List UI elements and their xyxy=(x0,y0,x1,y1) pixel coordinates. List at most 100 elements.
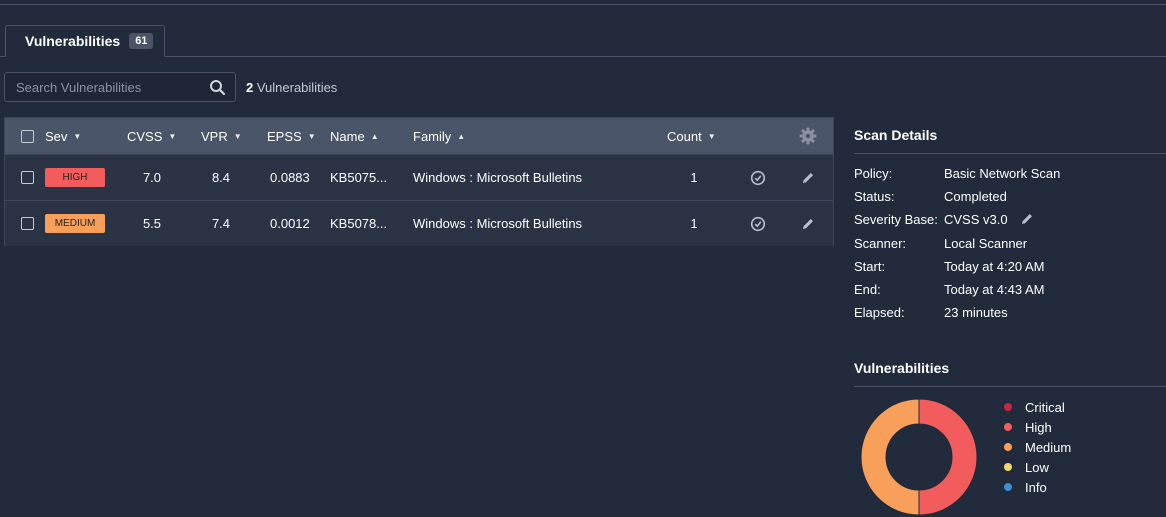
column-label-name: Name xyxy=(330,128,365,144)
legend-label: Info xyxy=(1025,479,1047,495)
donut-slice-high xyxy=(918,398,978,516)
severity-badge: MEDIUM xyxy=(45,214,105,233)
detail-scanner: Scanner: Local Scanner xyxy=(854,236,1164,256)
legend-label: Critical xyxy=(1025,399,1065,415)
row-checkbox[interactable] xyxy=(21,171,34,184)
severity-cell: MEDIUM xyxy=(45,201,105,246)
detail-key: Status: xyxy=(854,189,895,204)
vpr-cell: 8.4 xyxy=(211,170,231,185)
vulnerabilities-table: Sev ▼ CVSS ▼ VPR ▼ EPSS ▼ Name ▲ Family ▲ Coun… xyxy=(4,117,834,246)
legend-item-info: Info xyxy=(1004,478,1047,496)
vulnerabilities-summary-title: Vulnerabilities xyxy=(854,360,950,376)
pencil-icon[interactable] xyxy=(801,217,815,231)
vpr-cell: 7.4 xyxy=(211,216,231,231)
gear-icon[interactable] xyxy=(799,127,817,145)
detail-start: Start: Today at 4:20 AM xyxy=(854,259,1164,279)
legend-label: High xyxy=(1025,419,1052,435)
column-header-epss[interactable]: EPSS ▼ xyxy=(267,118,316,154)
legend-item-low: Low xyxy=(1004,458,1049,476)
detail-key: Start: xyxy=(854,259,886,274)
row-accept-action[interactable] xyxy=(750,201,766,246)
column-header-vpr[interactable]: VPR ▼ xyxy=(201,118,242,154)
table-settings[interactable] xyxy=(799,118,817,154)
legend-item-high: High xyxy=(1004,418,1052,436)
row-edit-action[interactable] xyxy=(801,155,815,200)
cvss-cell: 7.0 xyxy=(142,170,162,185)
detail-elapsed: Elapsed: 23 minutes xyxy=(854,305,1164,325)
detail-value: Completed xyxy=(944,189,1007,204)
donut-slice-medium xyxy=(860,398,920,516)
detail-value: 23 minutes xyxy=(944,305,1008,320)
detail-key: Policy: xyxy=(854,166,893,181)
detail-key: Scanner: xyxy=(854,236,907,251)
sort-down-icon: ▼ xyxy=(707,131,716,141)
epss-cell: 0.0012 xyxy=(270,216,310,231)
detail-end: End: Today at 4:43 AM xyxy=(854,282,1164,302)
check-circle-icon[interactable] xyxy=(750,170,766,186)
count-cell: 1 xyxy=(690,170,698,185)
tab-divider xyxy=(0,56,1166,57)
row-checkbox[interactable] xyxy=(21,217,34,230)
table-header: Sev ▼ CVSS ▼ VPR ▼ EPSS ▼ Name ▲ Family ▲ Coun… xyxy=(5,118,833,154)
sort-down-icon: ▼ xyxy=(168,131,177,141)
detail-key: End: xyxy=(854,282,881,297)
select-all-checkbox[interactable] xyxy=(21,129,34,143)
legend-dot xyxy=(1004,423,1012,431)
table-row[interactable]: HIGH 7.0 8.4 0.0883 KB5075... Windows : … xyxy=(5,154,833,200)
detail-value: Basic Network Scan xyxy=(944,166,1061,181)
severity-badge: HIGH xyxy=(45,168,105,187)
column-label-vpr: VPR xyxy=(201,128,228,144)
column-header-name[interactable]: Name ▲ xyxy=(330,118,379,154)
legend-item-critical: Critical xyxy=(1004,398,1065,416)
detail-value: Today at 4:43 AM xyxy=(944,282,1045,297)
row-select-cell xyxy=(21,201,34,246)
search-icon[interactable] xyxy=(209,79,226,96)
column-label-cvss: CVSS xyxy=(127,128,163,144)
row-accept-action[interactable] xyxy=(750,155,766,200)
results-count: 2 Vulnerabilities xyxy=(246,80,337,95)
sort-down-icon: ▼ xyxy=(73,131,82,141)
table-row[interactable]: MEDIUM 5.5 7.4 0.0012 KB5078... Windows … xyxy=(5,200,833,246)
epss-cell: 0.0883 xyxy=(270,170,310,185)
tab-vulnerabilities[interactable]: Vulnerabilities 61 xyxy=(5,25,165,57)
sort-down-icon: ▼ xyxy=(233,131,242,141)
scan-details-divider xyxy=(854,153,1166,154)
tab-label: Vulnerabilities xyxy=(25,33,121,49)
legend-dot xyxy=(1004,483,1012,491)
legend-dot xyxy=(1004,463,1012,471)
detail-severity-base: Severity Base: CVSS v3.0 xyxy=(854,212,1164,232)
detail-value: Today at 4:20 AM xyxy=(944,259,1045,274)
select-all-cell xyxy=(21,118,34,154)
legend-label: Low xyxy=(1025,459,1049,475)
column-header-count[interactable]: Count ▼ xyxy=(667,118,716,154)
column-header-family[interactable]: Family ▲ xyxy=(413,118,465,154)
legend-item-medium: Medium xyxy=(1004,438,1071,456)
results-count-number: 2 xyxy=(246,80,254,95)
check-circle-icon[interactable] xyxy=(750,216,766,232)
pencil-icon[interactable] xyxy=(1020,212,1034,226)
vulnerabilities-summary-divider xyxy=(854,386,1166,387)
search-input[interactable] xyxy=(5,73,205,101)
detail-value: CVSS v3.0 xyxy=(944,212,1008,227)
family-cell: Windows : Microsoft Bulletins xyxy=(413,170,583,185)
column-header-cvss[interactable]: CVSS ▼ xyxy=(127,118,176,154)
sort-up-icon: ▲ xyxy=(457,131,466,141)
legend-dot xyxy=(1004,443,1012,451)
legend-dot xyxy=(1004,403,1012,411)
sort-up-icon: ▲ xyxy=(370,131,379,141)
detail-key: Severity Base: xyxy=(854,212,938,227)
column-header-sev[interactable]: Sev ▼ xyxy=(45,118,81,154)
name-cell: KB5078... xyxy=(330,216,388,231)
row-edit-action[interactable] xyxy=(801,201,815,246)
name-cell: KB5075... xyxy=(330,170,388,185)
search-box xyxy=(4,72,236,102)
severity-cell: HIGH xyxy=(45,155,105,200)
pencil-icon[interactable] xyxy=(801,171,815,185)
family-cell: Windows : Microsoft Bulletins xyxy=(413,216,583,231)
row-select-cell xyxy=(21,155,34,200)
tab-bar: Vulnerabilities 61 xyxy=(0,25,1166,57)
top-divider xyxy=(0,4,1166,5)
column-label-sev: Sev xyxy=(45,128,68,144)
results-count-label: Vulnerabilities xyxy=(256,80,338,95)
detail-key: Elapsed: xyxy=(854,305,905,320)
